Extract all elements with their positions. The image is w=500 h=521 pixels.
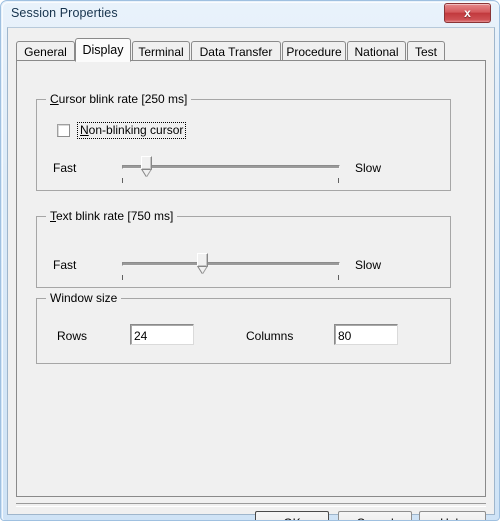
- tab-procedure-label: Procedure: [286, 44, 342, 59]
- rows-input[interactable]: [130, 324, 194, 345]
- text-slider-max-label: Slow: [355, 258, 382, 272]
- cursor-blink-rate-title: Cursor blink rate [250 ms]: [46, 92, 192, 106]
- columns-label: Columns: [246, 329, 294, 343]
- window-size-title: Window size: [46, 291, 122, 305]
- text-blink-rate-title: Text blink rate [750 ms]: [46, 209, 178, 223]
- cancel-button[interactable]: Cancel: [338, 511, 412, 521]
- close-glyph: x: [464, 6, 471, 20]
- footer-separator: [16, 503, 486, 507]
- checkbox-box[interactable]: [57, 123, 70, 137]
- ok-button[interactable]: OK: [255, 511, 329, 521]
- text-blink-rate-slider[interactable]: Fast Slow: [37, 252, 452, 286]
- tab-display[interactable]: Display: [75, 38, 131, 62]
- tab-data-transfer[interactable]: Data Transfer: [191, 41, 281, 61]
- text-slider-thumb[interactable]: [196, 253, 208, 274]
- cursor-blink-rate-slider[interactable]: Fast Slow: [37, 155, 452, 189]
- cancel-button-label: Cancel: [356, 516, 393, 521]
- text-blink-rate-group: Text blink rate [750 ms] Fast Slow: [36, 209, 452, 288]
- tab-display-label: Display: [82, 43, 124, 57]
- window-title: Session Properties: [11, 6, 118, 20]
- rows-label: Rows: [57, 329, 88, 343]
- tab-test-label: Test: [415, 44, 438, 59]
- text-slider-thumb-body: [196, 253, 208, 267]
- tab-strip: General Display Terminal Data Transfer P…: [16, 38, 486, 62]
- tab-general[interactable]: General: [16, 41, 75, 61]
- cursor-slider-tick-min: [122, 178, 123, 183]
- cursor-slider-max-label: Slow: [355, 161, 382, 175]
- non-blinking-cursor-checkbox[interactable]: Non-blinking cursor: [57, 122, 187, 139]
- text-slider-tick-max: [338, 275, 339, 280]
- tab-data-transfer-label: Data Transfer: [199, 44, 273, 59]
- tab-general-label: General: [24, 44, 67, 59]
- cursor-slider-thumb[interactable]: [140, 156, 152, 177]
- tab-terminal-label: Terminal: [138, 44, 184, 59]
- tab-procedure[interactable]: Procedure: [282, 41, 346, 61]
- cursor-slider-track[interactable]: [122, 165, 340, 169]
- non-blinking-cursor-label: Non-blinking cursor: [77, 122, 187, 139]
- text-slider-tick-min: [122, 275, 123, 280]
- help-button-label: Help: [440, 516, 465, 521]
- text-slider-min-label: Fast: [53, 258, 77, 272]
- text-slider-track[interactable]: [122, 262, 340, 266]
- tab-national[interactable]: National: [347, 41, 406, 61]
- tab-test[interactable]: Test: [407, 41, 445, 61]
- tab-terminal[interactable]: Terminal: [132, 41, 190, 61]
- columns-input[interactable]: [334, 324, 398, 345]
- close-icon[interactable]: x: [444, 3, 491, 23]
- ok-button-label: OK: [283, 516, 300, 521]
- help-button[interactable]: Help: [419, 511, 486, 521]
- cursor-slider-min-label: Fast: [53, 161, 77, 175]
- tab-national-label: National: [354, 44, 399, 59]
- dialog-client-area: General Display Terminal Data Transfer P…: [7, 27, 495, 520]
- title-bar[interactable]: Session Properties x: [1, 1, 499, 29]
- cursor-blink-rate-group: Cursor blink rate [250 ms] Non-blinking …: [36, 92, 452, 191]
- cursor-slider-tick-max: [338, 178, 339, 183]
- display-tab-page: Cursor blink rate [250 ms] Non-blinking …: [16, 60, 486, 497]
- window-size-group: Window size Rows Columns: [36, 291, 451, 364]
- cursor-slider-thumb-body: [140, 156, 152, 170]
- session-properties-dialog: Session Properties x General Display Ter…: [0, 0, 500, 521]
